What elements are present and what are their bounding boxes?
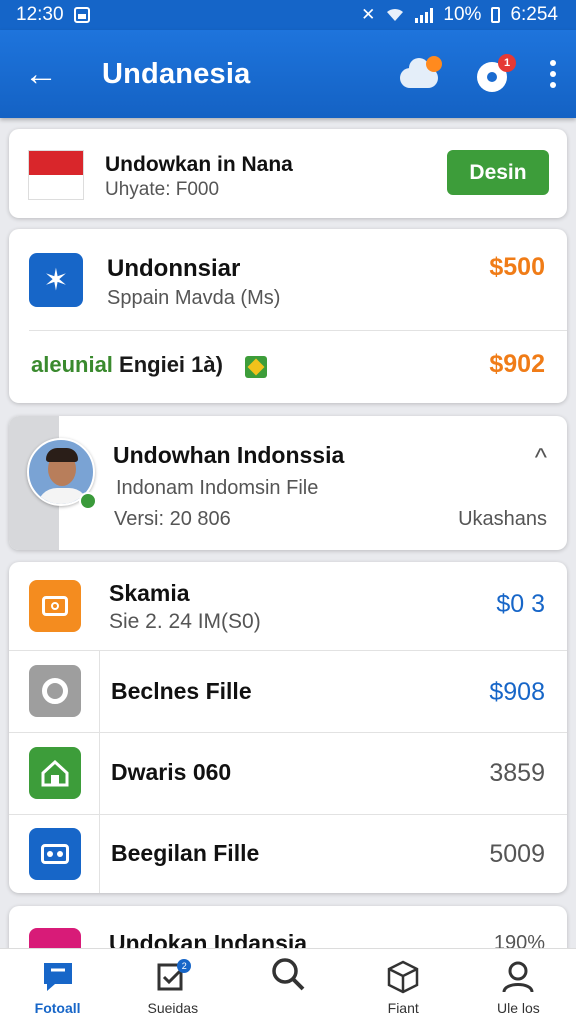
profile-card[interactable]: Undowhan Indonssia Indonam Indomsin File…	[9, 416, 567, 550]
shield-icon	[245, 356, 267, 378]
profile-meta: Ukashans	[458, 508, 547, 530]
file-list-card: Skamia Sie 2. 24 IM(S0) $0 3 Beclnes Fil…	[9, 562, 567, 893]
list-item[interactable]: Beclnes Fille $908	[9, 650, 567, 732]
list-item-subtitle: Sppain Mavda (Ms)	[107, 287, 281, 309]
nav-item-sueidas[interactable]: 2 Sueidas	[115, 949, 230, 1024]
battery-icon	[491, 7, 501, 23]
list-item[interactable]: Beegilan Fille 5009	[9, 814, 567, 893]
bottom-navigation: Fotoall 2 Sueidas Fiant Ule los	[0, 948, 576, 1024]
nav-label: Fiant	[387, 1000, 419, 1016]
list-item-price: 5009	[489, 840, 545, 868]
weather-icon[interactable]	[398, 54, 444, 94]
battery-percent: 10%	[443, 4, 482, 25]
list-item-title: Skamia	[109, 580, 190, 606]
green-label: aleunial	[31, 352, 113, 377]
nav-label: Fotoall	[34, 1000, 81, 1016]
home-icon	[29, 747, 81, 799]
profile-subtitle: Indonam Indomsin File	[116, 477, 319, 499]
list-item-price: $902	[489, 350, 545, 378]
notification-badge: 1	[498, 54, 516, 72]
online-status-icon	[79, 492, 97, 510]
nav-label: Ule los	[497, 1000, 540, 1016]
profile-name: Undowhan Indonssia	[113, 442, 345, 468]
profile-version: Versi: 20 806	[114, 508, 231, 530]
price-list-card: ✶ Undonnsiar Sppain Mavda (Ms) $500 aleu…	[9, 229, 567, 403]
promo-subtitle: Uhyate: F000	[105, 179, 220, 200]
screenshot-icon	[73, 7, 90, 23]
nav-item-profile[interactable]: Ule los	[461, 949, 576, 1024]
list-item-price: $500	[489, 253, 545, 281]
radio-icon	[29, 828, 81, 880]
person-icon	[502, 961, 534, 993]
vibrate-icon: ✕	[361, 5, 376, 24]
nav-item-search[interactable]	[230, 949, 345, 1024]
star-app-icon: ✶	[29, 253, 83, 307]
list-item[interactable]: Dwaris 060 3859	[9, 732, 567, 814]
nav-item-fiant[interactable]: Fiant	[346, 949, 461, 1024]
indonesia-flag-icon	[29, 151, 83, 199]
list-item-title: Dwaris 060	[111, 759, 232, 785]
list-item[interactable]: ✶ Undonnsiar Sppain Mavda (Ms) $500	[9, 229, 567, 330]
status-time-left: 12:30	[16, 4, 64, 25]
overflow-menu-icon[interactable]	[550, 60, 556, 88]
signal-icon	[415, 7, 434, 23]
list-item-title: Engiei 1à)	[112, 352, 223, 377]
promo-title: Undowkan in Nana	[105, 153, 293, 176]
camera-icon	[29, 580, 81, 632]
promo-card[interactable]: Undowkan in Nana Uhyate: F000 Desin	[9, 129, 567, 218]
page-title: Undanesia	[102, 57, 251, 90]
box-icon	[387, 960, 419, 994]
design-button[interactable]: Desin	[447, 150, 549, 195]
nav-item-fotoall[interactable]: Fotoall	[0, 949, 115, 1024]
list-item[interactable]: Skamia Sie 2. 24 IM(S0) $0 3	[9, 562, 567, 650]
list-item-title: Beegilan Fille	[111, 840, 260, 866]
notifications-gear-icon[interactable]: 1	[474, 54, 516, 94]
app-bar: ← Undanesia 1	[0, 30, 576, 118]
search-icon	[272, 958, 305, 991]
status-bar: 12:30 ✕ 10% 6:254	[0, 0, 576, 30]
list-item-subtitle: Sie 2. 24 IM(S0)	[109, 610, 261, 633]
list-item-price: $908	[489, 678, 545, 706]
nav-label: Sueidas	[147, 1000, 199, 1016]
list-item-price: 3859	[489, 759, 545, 787]
settings-icon	[29, 665, 81, 717]
list-item-title: Undonnsiar	[107, 255, 241, 282]
wifi-icon	[387, 8, 404, 21]
status-time-right: 6:254	[510, 4, 558, 25]
list-item-price: $0 3	[496, 590, 545, 618]
chat-icon	[43, 963, 72, 991]
list-item[interactable]: aleunial Engiei 1à) $902	[9, 330, 567, 403]
list-item-title: Beclnes Fille	[111, 678, 252, 704]
chevron-icon[interactable]: ^	[535, 442, 547, 473]
back-arrow-icon[interactable]: ←	[24, 57, 58, 91]
